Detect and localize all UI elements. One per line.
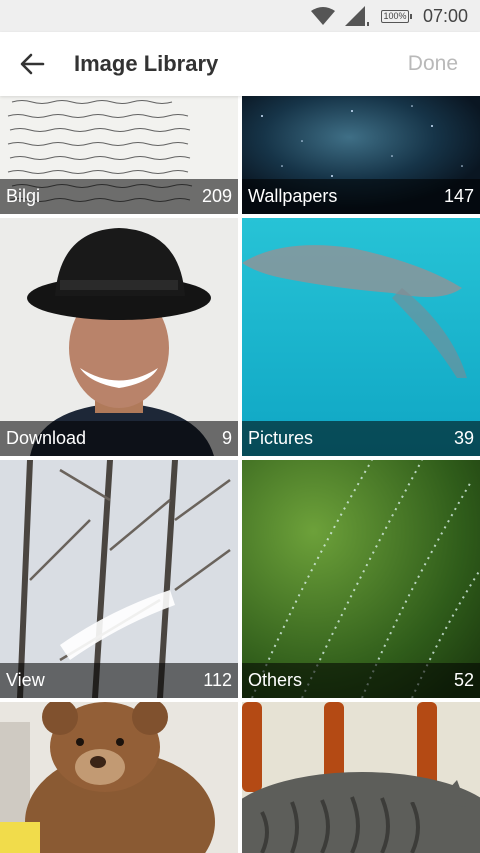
album-count: 209 — [201, 186, 232, 206]
album-caption: Pictures 39 — [242, 421, 480, 456]
wifi-icon — [310, 7, 335, 25]
done-button[interactable]: Done — [408, 52, 458, 76]
status-time: 07:00 — [422, 5, 468, 26]
battery-icon: 100% — [380, 9, 412, 23]
page-title: Image Library — [74, 51, 219, 76]
status-bar: 100% 07:00 — [0, 0, 480, 32]
back-button[interactable] — [0, 32, 64, 96]
album-tile-view[interactable]: View 112 — [0, 460, 238, 698]
album-name: Bilgi — [6, 186, 41, 206]
album-caption: Download 9 — [0, 421, 238, 456]
album-tile-others[interactable]: Others 52 — [242, 460, 480, 698]
album-name: Wallpapers — [248, 186, 338, 206]
album-caption: View 112 — [0, 663, 238, 698]
album-thumbnail — [242, 702, 480, 853]
album-count: 112 — [203, 670, 232, 690]
album-tile-wallpapers[interactable]: Wallpapers 147 — [242, 96, 480, 214]
album-tile-pictures[interactable]: Pictures 39 — [242, 218, 480, 456]
album-tile-partial-1[interactable] — [0, 702, 238, 853]
album-tile-partial-2[interactable] — [242, 702, 480, 853]
signal-icon — [344, 6, 371, 26]
arrow-left-icon — [20, 53, 45, 75]
album-tile-bilgi[interactable]: Bilgi 209 — [0, 96, 238, 214]
album-count: 9 — [221, 428, 232, 448]
album-name: Others — [248, 670, 303, 690]
album-thumbnail — [0, 702, 238, 853]
app-bar: Image Library Done — [0, 32, 480, 96]
album-caption: Others 52 — [242, 663, 480, 698]
album-count: 52 — [453, 670, 474, 690]
battery-level: 100% — [383, 11, 407, 21]
album-caption: Bilgi 209 — [0, 179, 238, 214]
album-name: Download — [6, 428, 87, 448]
album-count: 39 — [453, 428, 474, 448]
album-name: Pictures — [248, 428, 314, 448]
album-caption: Wallpapers 147 — [242, 179, 480, 214]
album-name: View — [6, 670, 45, 690]
album-count: 147 — [443, 186, 474, 206]
album-tile-download[interactable]: Download 9 — [0, 218, 238, 456]
